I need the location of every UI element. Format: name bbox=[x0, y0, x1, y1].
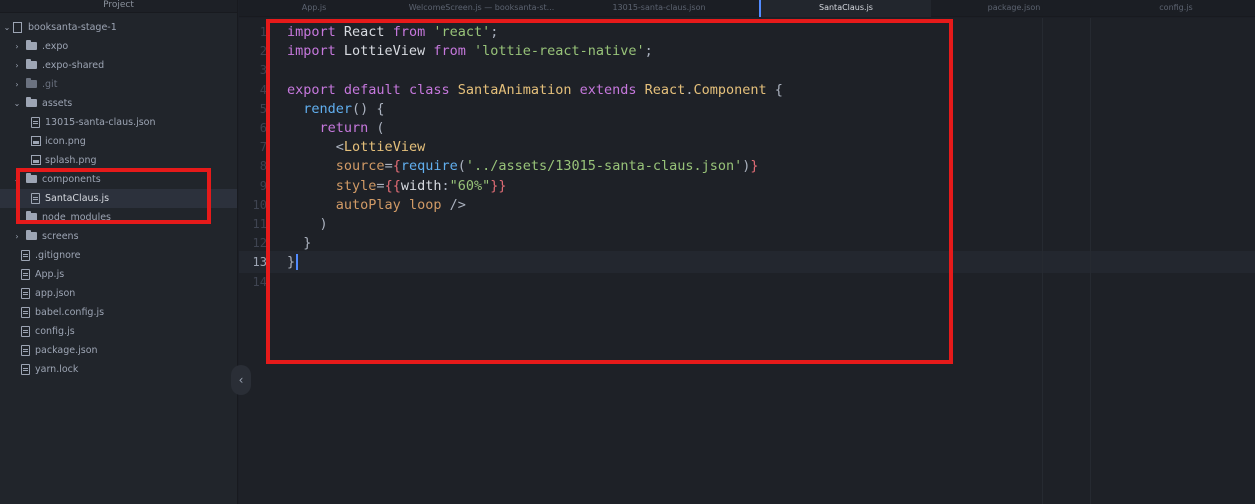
tree-file[interactable]: .gitignore bbox=[0, 246, 237, 265]
tree-item-label: .expo bbox=[42, 41, 69, 52]
chevron-right-icon: › bbox=[15, 42, 19, 51]
tree-file[interactable]: package.json bbox=[0, 341, 237, 360]
folder-icon bbox=[26, 59, 37, 69]
tree-item-label: screens bbox=[42, 231, 79, 242]
tree-folder[interactable]: ⌄ assets bbox=[0, 94, 237, 113]
tree-file[interactable]: icon.png bbox=[0, 132, 237, 151]
tree-file[interactable]: app.json bbox=[0, 284, 237, 303]
folder-icon bbox=[26, 40, 37, 50]
editor-tab[interactable]: config.js bbox=[1097, 0, 1255, 17]
file-icon bbox=[31, 117, 40, 128]
file-icon bbox=[21, 364, 30, 375]
tree-folder[interactable]: › .expo-shared bbox=[0, 56, 237, 75]
tree-item-label: icon.png bbox=[45, 136, 86, 147]
file-icon bbox=[21, 288, 30, 299]
tree-item-label: babel.config.js bbox=[35, 307, 105, 318]
chevron-down-icon: ⌄ bbox=[3, 23, 11, 32]
tree-item-label: App.js bbox=[35, 269, 65, 280]
tree-folder[interactable]: › screens bbox=[0, 227, 237, 246]
collapse-sidebar-button[interactable]: ‹ bbox=[231, 365, 251, 395]
repo-icon bbox=[13, 22, 22, 33]
image-file-icon bbox=[31, 136, 41, 146]
editor-tab[interactable]: App.js bbox=[239, 0, 389, 17]
file-icon bbox=[21, 250, 30, 261]
tree-item-label: config.js bbox=[35, 326, 75, 337]
chevron-right-icon: › bbox=[15, 61, 19, 70]
components-highlight-box bbox=[16, 168, 211, 224]
file-icon bbox=[21, 307, 30, 318]
tree-file[interactable]: yarn.lock bbox=[0, 360, 237, 379]
tree-folder[interactable]: › .expo bbox=[0, 37, 237, 56]
tree-item-label: assets bbox=[42, 98, 73, 109]
file-icon bbox=[21, 326, 30, 337]
line-number: 14 bbox=[252, 274, 267, 289]
tree-folder[interactable]: › .git bbox=[0, 75, 237, 94]
editor-tab[interactable]: SantaClaus.js bbox=[759, 0, 931, 17]
tree-item-label: 13015-santa-claus.json bbox=[45, 117, 156, 128]
tree-file[interactable]: config.js bbox=[0, 322, 237, 341]
folder-icon bbox=[26, 97, 37, 107]
sidebar-title: Project bbox=[0, 0, 237, 13]
tree-item-label: yarn.lock bbox=[35, 364, 79, 375]
tree-item-label: .git bbox=[42, 79, 58, 90]
chevron-down-icon: ⌄ bbox=[13, 99, 21, 108]
code-highlight-box bbox=[266, 19, 953, 364]
tree-item-label: app.json bbox=[35, 288, 76, 299]
editor-tab[interactable]: WelcomeScreen.js — booksanta-st... bbox=[399, 0, 564, 17]
tree-item-label: .expo-shared bbox=[42, 60, 105, 71]
tab-bar: App.js WelcomeScreen.js — booksanta-st...… bbox=[239, 0, 1255, 17]
tree-file[interactable]: 13015-santa-claus.json bbox=[0, 113, 237, 132]
wrap-guide bbox=[1090, 18, 1091, 504]
tree-file[interactable]: babel.config.js bbox=[0, 303, 237, 322]
tree-item-label: package.json bbox=[35, 345, 98, 356]
folder-icon bbox=[26, 78, 37, 88]
chevron-right-icon: › bbox=[15, 232, 19, 241]
file-icon bbox=[21, 345, 30, 356]
tree-root[interactable]: ⌄ booksanta-stage-1 bbox=[0, 18, 237, 37]
tree-item-label: .gitignore bbox=[35, 250, 81, 261]
folder-icon bbox=[26, 230, 37, 240]
chevron-right-icon: › bbox=[15, 80, 19, 89]
editor-tab[interactable]: package.json bbox=[934, 0, 1094, 17]
file-icon bbox=[21, 269, 30, 280]
root-label: booksanta-stage-1 bbox=[28, 22, 117, 33]
editor-tab[interactable]: 13015-santa-claus.json bbox=[569, 0, 749, 17]
tree-file[interactable]: App.js bbox=[0, 265, 237, 284]
project-sidebar: Project ⌄ booksanta-stage-1 › .expo › .expo… bbox=[0, 0, 238, 504]
image-file-icon bbox=[31, 155, 41, 165]
wrap-guide bbox=[1042, 18, 1043, 504]
